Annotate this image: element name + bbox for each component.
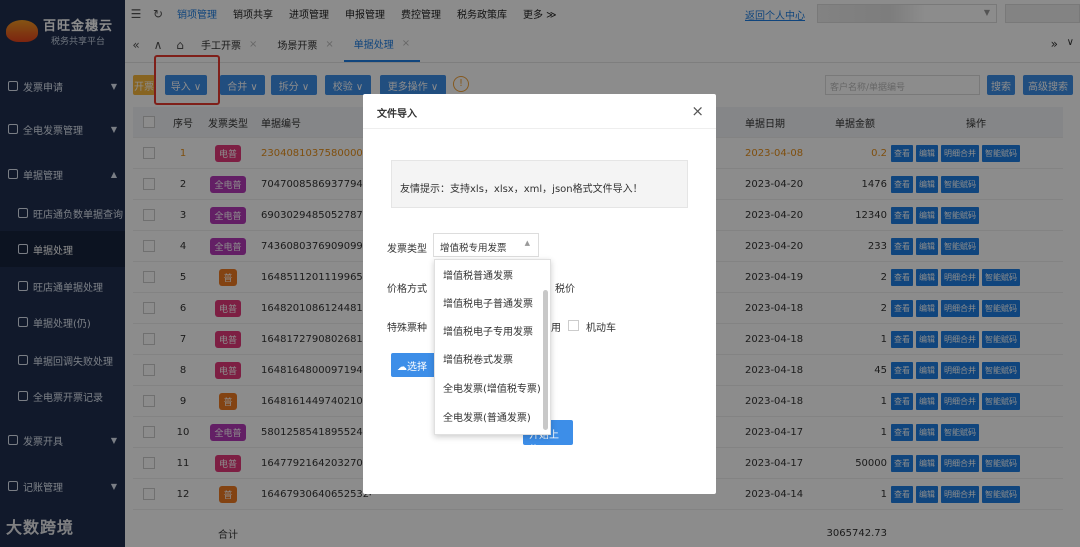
vehicle-checkbox[interactable] [568,320,579,331]
option-vat-roll[interactable]: 增值税卷式发票 [435,344,545,372]
price-option-text[interactable]: 税价 [555,280,575,295]
dropdown-scrollbar[interactable] [543,290,548,430]
special-option-text: 用 [551,323,561,334]
dialog-title: 文件导入 [377,109,417,120]
import-tip: 友情提示：支持xls，xlsx，xml，json格式文件导入！ [391,160,688,208]
option-vat-normal[interactable]: 增值税普通发票 [435,260,545,288]
invoice-type-dropdown: 增值税普通发票 增值税电子普通发票 增值税电子专用发票 增值税卷式发票 全电发票… [434,259,551,435]
invoice-type-select[interactable]: 增值税专用发票 ▲ [433,233,539,257]
option-full-elec-normal[interactable]: 全电发票(普通发票) [435,402,545,430]
option-full-elec-special[interactable]: 全电发票(增值税专票) [435,373,545,401]
close-icon[interactable]: × [691,102,704,120]
chevron-up-icon: ▲ [524,239,530,247]
option-vat-elec-normal[interactable]: 增值税电子普通发票 [435,288,545,316]
special-type-label: 特殊票种 [387,323,427,334]
invoice-type-label: 发票类型 [387,244,427,255]
divider [363,128,716,129]
option-vat-elec-special[interactable]: 增值税电子专用发票 [435,316,545,344]
app: 百旺金穗云 税务共享平台 发票申请 ▼ 全电发票管理 ▼ 单据管理 ▲ 旺店通负数单据… [0,0,1080,547]
vehicle-label: 机动车 [586,323,616,334]
price-mode-label: 价格方式 [387,284,427,295]
